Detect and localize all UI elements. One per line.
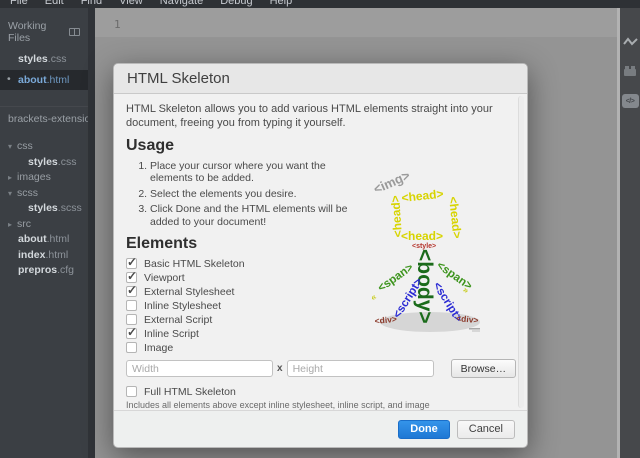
- checkbox-box[interactable]: [126, 342, 137, 354]
- project-dropdown[interactable]: brackets-extensions: [0, 106, 88, 131]
- working-files-label: Working Files: [8, 20, 47, 44]
- dialog-scrollbar[interactable]: [518, 95, 524, 409]
- working-file-about-html[interactable]: • about.html: [0, 70, 88, 90]
- cancel-button[interactable]: Cancel: [456, 419, 515, 439]
- tree-folder-src[interactable]: ▸ src: [0, 217, 88, 233]
- usage-step: Select the elements you desire.: [150, 188, 371, 201]
- image-size-row: x Browse…: [126, 359, 517, 379]
- full-skeleton-note: Includes all elements above except inlin…: [126, 400, 430, 411]
- sidebar: Working Files styles.css • about.html br…: [0, 8, 95, 458]
- app-window: File Edit Find View Navigate Debug Help …: [0, 0, 640, 458]
- working-files-header: Working Files: [0, 8, 88, 44]
- usage-heading: Usage: [126, 136, 175, 154]
- menu-help[interactable]: Help: [270, 0, 293, 7]
- html-skeleton-icon[interactable]: </>: [621, 94, 639, 108]
- svg-text:<head>: <head>: [446, 196, 464, 239]
- chevron-right-icon: ▸: [8, 219, 13, 229]
- chevron-down-icon: ▾: [8, 142, 13, 151]
- html-tags-stick-figure: <img> <head> <head> <head> <head> <style…: [372, 170, 480, 332]
- split-view-icon[interactable]: [69, 28, 80, 36]
- checkbox-box[interactable]: [126, 283, 137, 298]
- tree-folder-css[interactable]: ▾ css: [0, 139, 88, 155]
- chevron-down-icon: ▾: [8, 188, 13, 198]
- figure-watermark: [472, 330, 480, 332]
- active-line: [95, 8, 617, 37]
- menu-navigate[interactable]: Navigate: [160, 0, 203, 7]
- full-skeleton-row: Full HTML Skeleton Includes all elements…: [126, 386, 515, 410]
- checkbox-box[interactable]: [126, 300, 137, 312]
- dialog-header: HTML Skeleton: [114, 64, 527, 94]
- width-input[interactable]: [126, 360, 273, 378]
- menu-bar: File Edit Find View Navigate Debug Help: [0, 0, 640, 8]
- dialog-footer: Done Cancel: [114, 410, 527, 447]
- tree-folder-scss[interactable]: ▾ scss: [0, 186, 88, 202]
- dialog-body: HTML Skeleton allows you to add various …: [114, 94, 527, 410]
- live-preview-icon[interactable]: [622, 34, 638, 48]
- menu-view[interactable]: View: [119, 0, 143, 7]
- tree-folder-images[interactable]: ▸ images: [0, 170, 88, 186]
- dialog-title: HTML Skeleton: [127, 69, 230, 87]
- svg-text:<head>: <head>: [401, 229, 443, 243]
- tree-file-styles-css[interactable]: styles.css: [0, 155, 88, 171]
- menu-find[interactable]: Find: [81, 0, 102, 7]
- line-number: 1: [114, 18, 121, 31]
- tree-file-index-html[interactable]: index.html: [0, 248, 88, 264]
- menu-edit[interactable]: Edit: [45, 0, 64, 7]
- size-separator: x: [277, 363, 283, 375]
- checkbox-box[interactable]: [126, 255, 137, 270]
- menu-debug[interactable]: Debug: [220, 0, 252, 7]
- usage-step: Place your cursor where you want the ele…: [150, 160, 371, 185]
- tree-file-styles-scss[interactable]: styles.scss: [0, 201, 88, 217]
- done-button[interactable]: Done: [398, 419, 450, 439]
- extension-manager-brick-icon[interactable]: [622, 64, 638, 78]
- chevron-right-icon: ▸: [8, 173, 13, 182]
- checkbox-full-html-skeleton[interactable]: Full HTML Skeleton: [126, 386, 515, 398]
- menu-file[interactable]: File: [10, 0, 28, 7]
- checkbox-box[interactable]: [126, 314, 137, 326]
- svg-text:«: «: [372, 291, 378, 302]
- browse-button[interactable]: Browse…: [450, 359, 517, 379]
- dialog-description: HTML Skeleton allows you to add various …: [126, 102, 493, 129]
- tree-file-prepros-cfg[interactable]: prepros.cfg: [0, 263, 88, 279]
- figure-watermark: [469, 327, 480, 330]
- working-file-styles-css[interactable]: styles.css: [0, 50, 88, 68]
- usage-step: Click Done and the HTML elements will be…: [150, 203, 371, 228]
- checkbox-box[interactable]: [126, 386, 137, 398]
- usage-list: Place your cursor where you want the ele…: [126, 160, 371, 229]
- right-toolbar: </>: [620, 8, 640, 458]
- tree-file-about-html[interactable]: about.html: [0, 232, 88, 248]
- height-input[interactable]: [286, 360, 434, 378]
- html-skeleton-dialog: HTML Skeleton HTML Skeleton allows you t…: [113, 63, 528, 448]
- checkbox-box[interactable]: [126, 325, 137, 340]
- file-tree: ▾ css styles.css ▸ images ▾ scss styles.scs…: [0, 139, 88, 279]
- svg-text:<head>: <head>: [401, 186, 444, 204]
- checkbox-box[interactable]: [126, 269, 137, 284]
- unsaved-dot-icon: •: [7, 73, 11, 85]
